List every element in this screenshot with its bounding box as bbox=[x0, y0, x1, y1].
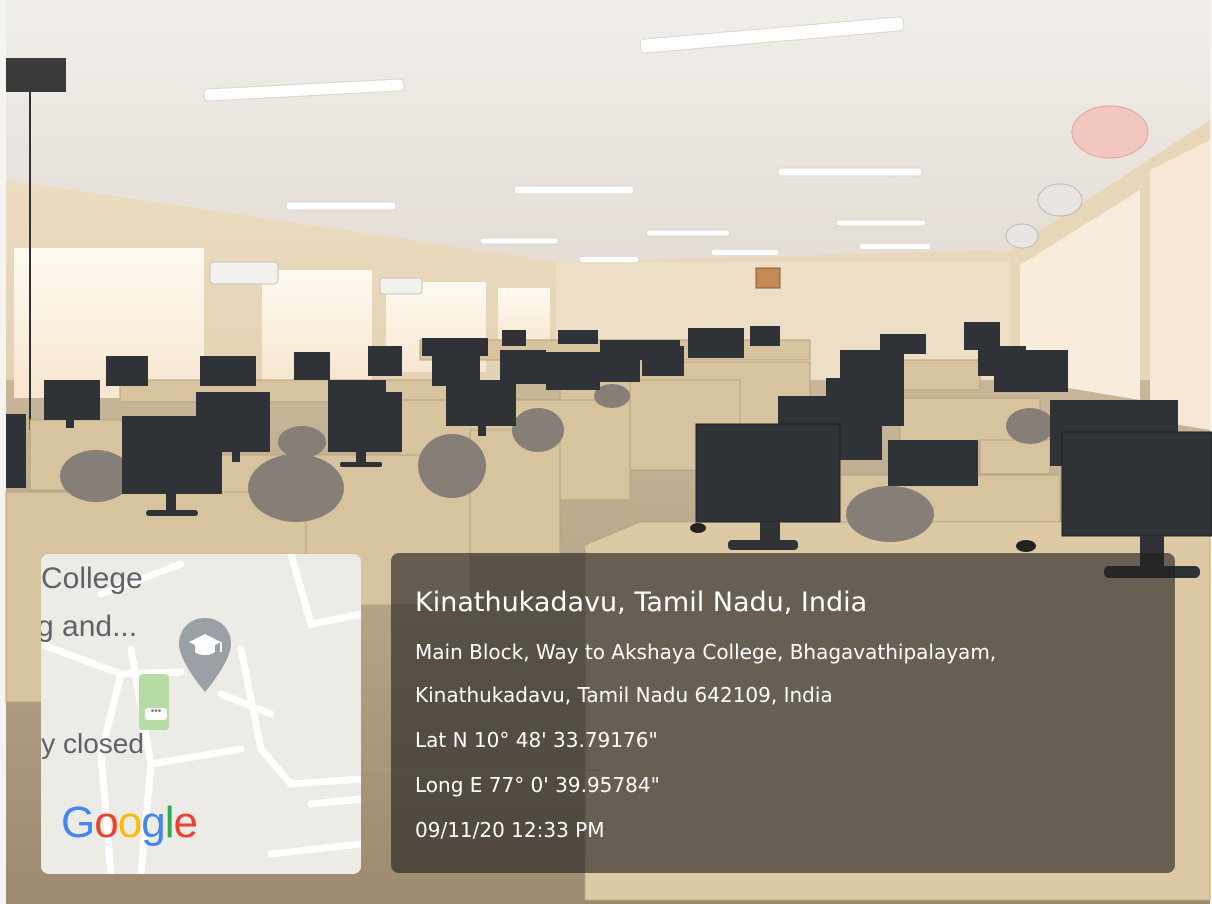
graduation-cap-pin-icon[interactable] bbox=[177, 616, 233, 696]
google-letter-e: e bbox=[173, 798, 198, 847]
map-label-line2: g and... bbox=[41, 610, 138, 643]
google-logo: Google bbox=[61, 798, 198, 848]
address-line2: Kinathukadavu, Tamil Nadu 642109, India bbox=[415, 683, 833, 707]
geo-stamp-card: Kinathukadavu, Tamil Nadu, India Main Bl… bbox=[391, 553, 1175, 873]
google-letter-o1: o bbox=[94, 798, 119, 847]
location-title: Kinathukadavu, Tamil Nadu, India bbox=[415, 587, 868, 618]
address-line1: Main Block, Way to Akshaya College, Bhag… bbox=[415, 640, 997, 664]
google-letter-g: G bbox=[61, 798, 95, 847]
more-dots-icon: ••• bbox=[145, 707, 167, 720]
google-letter-g2: g bbox=[141, 798, 166, 847]
map-label-line3: ly closed bbox=[41, 728, 144, 759]
map-thumbnail[interactable]: College g and... ly closed ••• Google bbox=[41, 554, 361, 874]
google-letter-o2: o bbox=[117, 798, 143, 847]
latitude: Lat N 10° 48' 33.79176" bbox=[415, 728, 658, 752]
map-label-line1: College bbox=[41, 562, 143, 595]
computer-lab-photo: College g and... ly closed ••• Google Ki… bbox=[0, 0, 1212, 904]
longitude: Long E 77° 0' 39.95784" bbox=[415, 773, 660, 797]
datetime: 09/11/20 12:33 PM bbox=[415, 818, 605, 842]
